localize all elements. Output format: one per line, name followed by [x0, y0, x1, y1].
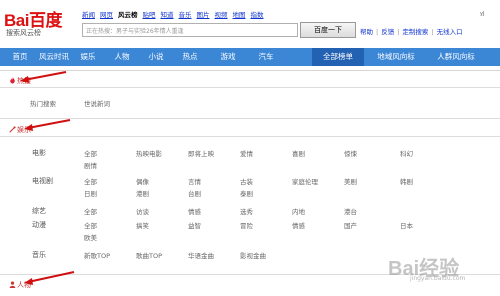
- ent-subcategory-link[interactable]: 爱情: [240, 148, 253, 158]
- main-nav-tab[interactable]: 人群风向标: [428, 48, 484, 66]
- corner-mark: yJ: [480, 11, 485, 17]
- top-nav: 新闻 网页 风云榜 贴吧 知道 音乐 图片 视频 地图 指数: [82, 9, 269, 19]
- annotation-arrow-hot: [20, 71, 67, 83]
- top-nav-link[interactable]: 图片: [197, 9, 210, 19]
- main-nav-tab[interactable]: 地域风向标: [370, 48, 422, 66]
- ent-subcategory-link[interactable]: 华语金曲: [188, 250, 214, 260]
- ent-subcategory-link[interactable]: 惊悚: [344, 148, 357, 158]
- top-link[interactable]: 定制搜索: [402, 28, 428, 36]
- ent-subcategory-link[interactable]: 情感: [188, 206, 201, 216]
- ent-subcategory-link[interactable]: 新歌TOP: [84, 250, 110, 260]
- main-nav-tab[interactable]: 娱乐: [76, 48, 100, 66]
- ent-subcategory-link[interactable]: 选秀: [240, 206, 253, 216]
- ent-subcategory-link[interactable]: 喜剧: [292, 148, 305, 158]
- ent-subcategory-link[interactable]: 偶像: [136, 176, 149, 186]
- link-separator: |: [397, 28, 400, 36]
- ent-divider: [0, 136, 500, 137]
- logo-subtitle: 搜索风云榜: [6, 29, 41, 37]
- main-nav: 首页 风云时讯 娱乐 人物 小说 热点 游戏 汽车 全部榜单 地域风向标 人群风向标: [0, 48, 500, 66]
- ent-subcategory-link[interactable]: 台剧: [188, 188, 201, 198]
- ent-subcategory-link[interactable]: 搞笑: [136, 220, 149, 230]
- ent-subcategory-link[interactable]: 日剧: [84, 188, 97, 198]
- wand-icon: [9, 126, 16, 133]
- ent-subcategory-link[interactable]: 港剧: [136, 188, 149, 198]
- link-separator: |: [431, 28, 434, 36]
- main-nav-tab[interactable]: 汽车: [252, 48, 280, 66]
- top-nav-link[interactable]: 风云榜: [118, 9, 138, 19]
- top-nav-link[interactable]: 网页: [100, 9, 113, 19]
- ent-category-label[interactable]: 综艺: [32, 206, 46, 216]
- ent-subcategory-link[interactable]: 访谈: [136, 206, 149, 216]
- ent-subcategory-link[interactable]: 冒险: [240, 220, 253, 230]
- ent-subcategory-link[interactable]: 全部: [84, 176, 97, 186]
- hot-item-newwords[interactable]: 世说新词: [84, 98, 110, 108]
- ent-subcategory-link[interactable]: 港台: [344, 206, 357, 216]
- ent-section-divider-top: [0, 118, 500, 119]
- baidu-logo[interactable]: Bai百度 搜索风云榜: [4, 6, 76, 37]
- ent-subcategory-link[interactable]: 益智: [188, 220, 201, 230]
- ent-subcategory-link[interactable]: 剧情: [84, 160, 97, 170]
- top-link[interactable]: 帮助: [360, 28, 373, 36]
- search-input[interactable]: 正在热搜：男子与实验26年情人重逢: [82, 23, 298, 37]
- ent-category-label[interactable]: 音乐: [32, 250, 46, 260]
- ent-subcategory-link[interactable]: 美剧: [344, 176, 357, 186]
- ent-subcategory-link[interactable]: 言情: [188, 176, 201, 186]
- top-link[interactable]: 无线入口: [437, 28, 463, 36]
- person-icon: [9, 281, 16, 288]
- hot-item-search[interactable]: 热门搜索: [30, 98, 56, 108]
- top-nav-link[interactable]: 贴吧: [143, 9, 156, 19]
- top-link[interactable]: 反馈: [381, 28, 394, 36]
- top-nav-link[interactable]: 指数: [251, 9, 264, 19]
- watermark-url: jingyan.baidu.com: [410, 275, 466, 282]
- ent-subcategory-link[interactable]: 全部: [84, 148, 97, 158]
- ent-subcategory-link[interactable]: 科幻: [400, 148, 413, 158]
- main-nav-tab[interactable]: 小说: [144, 48, 168, 66]
- ent-subcategory-link[interactable]: 热映电影: [136, 148, 162, 158]
- ent-subcategory-link[interactable]: 影视金曲: [240, 250, 266, 260]
- top-nav-link[interactable]: 音乐: [179, 9, 192, 19]
- main-nav-tab[interactable]: 首页: [8, 48, 32, 66]
- top-nav-link[interactable]: 新闻: [82, 9, 95, 19]
- top-nav-link[interactable]: 知道: [161, 9, 174, 19]
- ent-subcategory-link[interactable]: 韩剧: [400, 176, 413, 186]
- flame-icon: [10, 77, 15, 84]
- ent-subcategory-link[interactable]: 古装: [240, 176, 253, 186]
- ent-subcategory-link[interactable]: 全部: [84, 206, 97, 216]
- main-nav-tab[interactable]: 人物: [110, 48, 134, 66]
- top-nav-link[interactable]: 地图: [233, 9, 246, 19]
- ent-subcategory-link[interactable]: 泰剧: [240, 188, 253, 198]
- main-nav-tab[interactable]: 热点: [178, 48, 202, 66]
- ent-subcategory-link[interactable]: 家庭伦理: [292, 176, 318, 186]
- ent-subcategory-link[interactable]: 全部: [84, 220, 97, 230]
- top-nav-link[interactable]: 视频: [215, 9, 228, 19]
- hot-section-divider: [0, 70, 500, 72]
- ent-subcategory-link[interactable]: 日本: [400, 220, 413, 230]
- ent-subcategory-link[interactable]: 即将上映: [188, 148, 214, 158]
- ent-subcategory-link[interactable]: 内地: [292, 206, 305, 216]
- main-nav-tab[interactable]: 全部榜单: [312, 48, 364, 66]
- search-button[interactable]: 百度一下: [300, 22, 356, 38]
- ent-subcategory-link[interactable]: 歌曲TOP: [136, 250, 162, 260]
- ent-category-label[interactable]: 电视剧: [32, 176, 53, 186]
- ent-subcategory-link[interactable]: 情感: [292, 220, 305, 230]
- ent-category-label[interactable]: 动漫: [32, 220, 46, 230]
- ent-category-label[interactable]: 电影: [32, 148, 46, 158]
- top-links: 帮助 | 反馈 | 定制搜索 | 无线入口: [360, 26, 466, 36]
- main-nav-tab[interactable]: 游戏: [214, 48, 242, 66]
- annotation-arrow-ent: [24, 119, 71, 131]
- annotation-arrow-people: [24, 271, 75, 285]
- ent-subcategory-link[interactable]: 国产: [344, 220, 357, 230]
- link-separator: |: [376, 28, 379, 36]
- main-nav-tab[interactable]: 风云时讯: [36, 48, 72, 66]
- hot-divider: [0, 87, 500, 88]
- ent-subcategory-link[interactable]: 欧美: [84, 232, 97, 242]
